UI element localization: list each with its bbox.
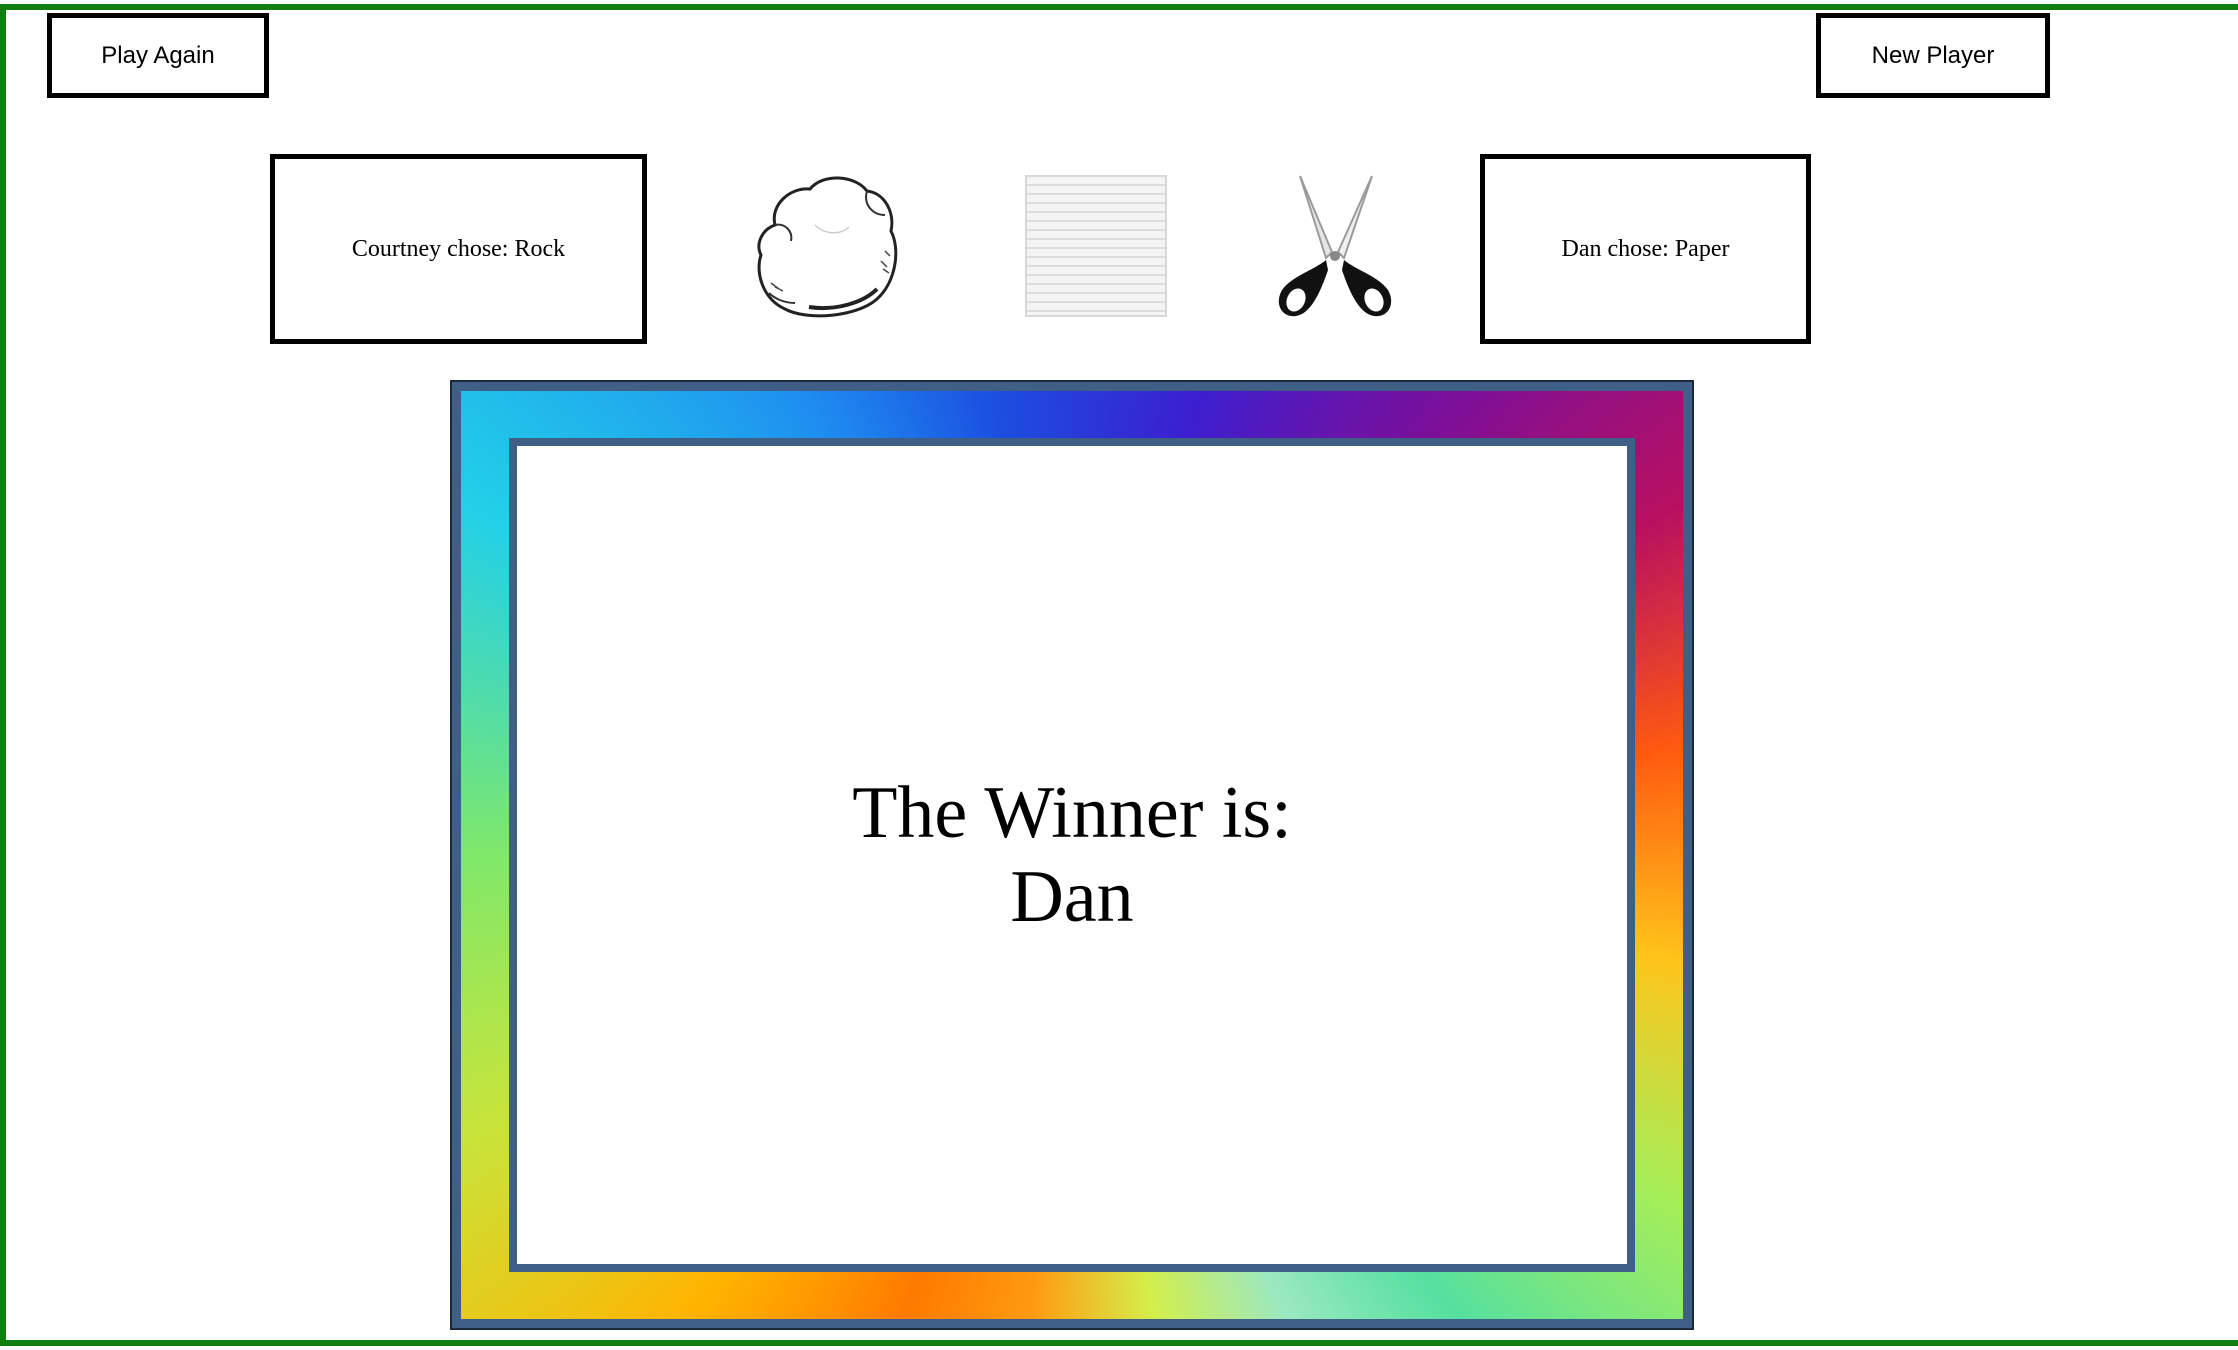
player2-choice-text: Dan chose: Paper: [1561, 235, 1730, 262]
rock-icon[interactable]: [745, 165, 905, 325]
player1-choice-text: Courtney chose: Rock: [351, 235, 566, 262]
winner-frame: The Winner is: Dan: [450, 380, 1694, 1330]
winner-name: Dan: [1010, 856, 1134, 938]
winner-panel: The Winner is: Dan: [509, 438, 1635, 1272]
scissors-icon[interactable]: [1270, 172, 1400, 322]
rainbow-border: The Winner is: Dan: [461, 391, 1683, 1319]
game-page: Play Again New Player Courtney chose: Ro…: [0, 0, 2238, 1350]
player1-choice-box: Courtney chose: Rock: [270, 154, 647, 344]
paper-icon[interactable]: [1025, 175, 1167, 317]
winner-heading: The Winner is:: [852, 772, 1292, 854]
player2-choice-box: Dan chose: Paper: [1480, 154, 1811, 344]
new-player-button[interactable]: New Player: [1816, 13, 2050, 98]
play-again-button[interactable]: Play Again: [47, 13, 269, 98]
